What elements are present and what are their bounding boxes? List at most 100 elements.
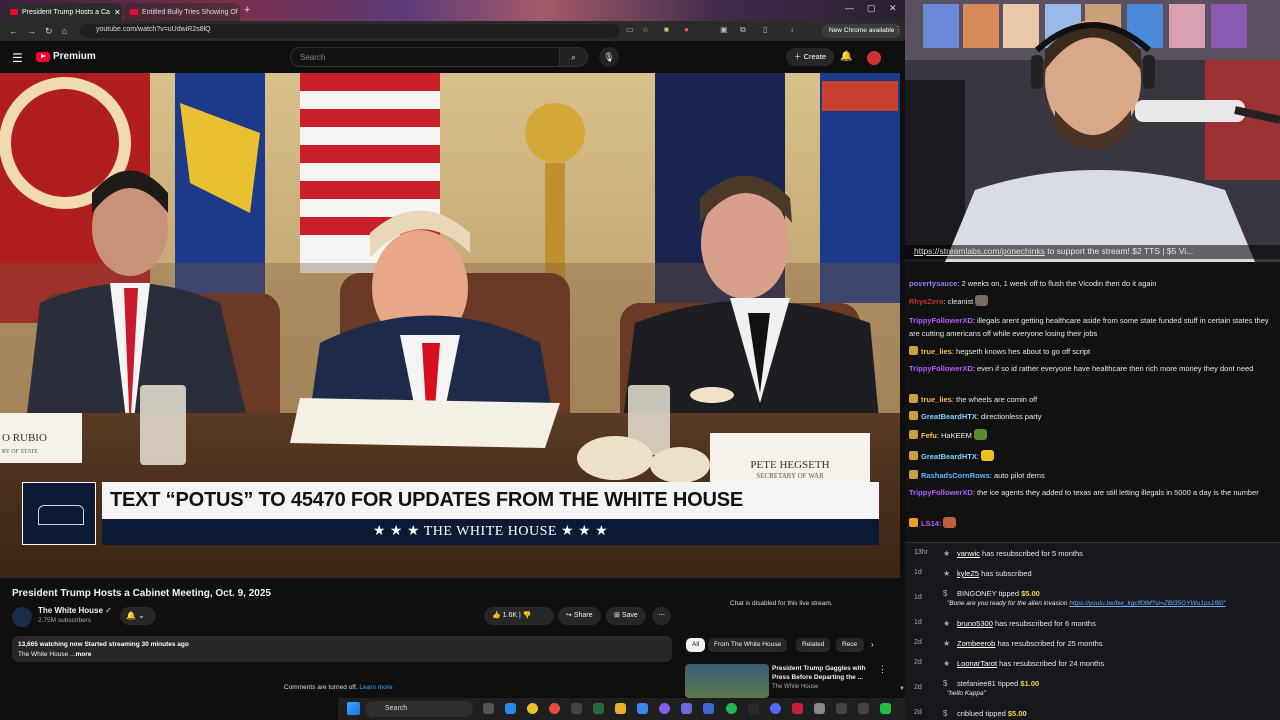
url-field[interactable]: youtube.com/watch?v=uUdwiR2s8lQ — [80, 24, 620, 38]
windows-start-icon[interactable] — [347, 702, 360, 715]
recommended-menu-icon[interactable]: ⋮ — [878, 664, 887, 675]
placard-left-text: O RUBIO — [2, 432, 47, 444]
extensions-puzzle-icon[interactable]: ⧉ — [740, 25, 746, 35]
chrome-icon[interactable] — [527, 703, 538, 714]
search-input[interactable]: Search — [290, 47, 560, 67]
share-button[interactable]: ↪ Share — [558, 607, 601, 625]
extension-icon[interactable]: ● — [684, 25, 689, 34]
tip-link[interactable]: https://youtu.be/bw_kgcff0lM?si=ZBI35GYW… — [1069, 600, 1225, 607]
app-icon[interactable] — [703, 703, 714, 714]
back-icon[interactable]: ← — [9, 26, 18, 36]
event-user[interactable]: Zombeerob — [957, 639, 995, 648]
tip-quote: "Bone are you ready for the alien invasi… — [947, 600, 1070, 607]
maximize-icon[interactable]: ▢ — [867, 3, 876, 14]
channel-name[interactable]: The White House ✓ — [38, 606, 112, 615]
app-icon[interactable] — [748, 703, 759, 714]
chat-username[interactable]: RhysZero — [909, 297, 944, 306]
extension-icon[interactable]: ▣ — [720, 25, 728, 34]
search-button[interactable]: ⌕ — [560, 47, 588, 67]
close-window-icon[interactable]: ✕ — [889, 3, 897, 14]
chat-text: cleanist — [947, 297, 974, 306]
minimize-icon[interactable]: — — [845, 3, 854, 13]
chip-recent[interactable]: Rece — [836, 638, 864, 652]
app-icon[interactable] — [593, 703, 604, 714]
create-button[interactable]: ＋ Create — [786, 48, 835, 66]
chip-all[interactable]: All — [686, 638, 706, 652]
app-icon[interactable] — [770, 703, 781, 714]
chevron-right-icon[interactable]: › — [871, 640, 874, 649]
new-tab-button[interactable]: + — [244, 4, 250, 16]
app-icon[interactable] — [880, 703, 891, 714]
cast-icon[interactable]: ▭ — [626, 25, 634, 34]
sub-badge-icon — [909, 470, 918, 479]
event-text: has resubscribed for 6 months — [992, 619, 1096, 628]
app-icon[interactable] — [505, 703, 516, 714]
app-icon[interactable] — [814, 703, 825, 714]
video-player[interactable]: O RUBIO RY OF STATE PETE HEGSETH SECRETA… — [0, 73, 900, 578]
chip-from-channel[interactable]: From The White House — [708, 638, 788, 652]
channel-name-label: The White House — [38, 606, 103, 615]
sidebar-icon[interactable]: ▯ — [763, 25, 767, 34]
chat-username[interactable]: RashadsCornRows — [921, 471, 990, 480]
more-actions-button[interactable]: ⋯ — [652, 607, 671, 625]
like-dislike-button[interactable]: 👍 1.6K | 👎 — [484, 607, 554, 625]
hamburger-menu-icon[interactable]: ☰ — [12, 51, 23, 65]
event-user[interactable]: bruno5300 — [957, 619, 993, 628]
channel-avatar[interactable] — [12, 607, 32, 627]
file-explorer-icon[interactable] — [615, 703, 626, 714]
chat-username[interactable]: true_lies — [921, 395, 952, 404]
close-tab-icon[interactable]: ✕ — [114, 8, 121, 17]
event-user[interactable]: kyleZ5 — [957, 569, 979, 578]
app-icon[interactable] — [681, 703, 692, 714]
sub-badge-icon — [909, 451, 918, 460]
app-icon[interactable] — [792, 703, 803, 714]
chat-username[interactable]: GreatBeardHTX — [921, 452, 977, 461]
youtube-premium-logo[interactable]: Premium — [36, 51, 96, 62]
download-icon[interactable]: ↓ — [790, 25, 794, 34]
event-user[interactable]: BINGONEY — [957, 589, 996, 598]
recommended-title[interactable]: President Trump Gaggles with Press Befor… — [772, 664, 872, 682]
chrome-icon[interactable] — [549, 703, 560, 714]
app-icon[interactable] — [858, 703, 869, 714]
app-icon[interactable] — [637, 703, 648, 714]
app-icon[interactable] — [659, 703, 670, 714]
spotify-icon[interactable] — [726, 703, 737, 714]
app-icon[interactable] — [571, 703, 582, 714]
account-avatar[interactable] — [867, 51, 881, 65]
bookmark-star-icon[interactable]: ☆ — [642, 25, 649, 34]
chat-username[interactable]: GreatBeardHTX — [921, 412, 977, 421]
event-user[interactable]: LoonarTarot — [957, 659, 997, 668]
extension-icon[interactable]: ■ — [664, 25, 669, 34]
tab-active[interactable]: President Trump Hosts a Ca ✕ — [4, 3, 122, 21]
chat-username[interactable]: Fefu — [921, 431, 937, 440]
notification-bell-button[interactable]: 🔔 ⌄ — [120, 607, 156, 625]
chat-username[interactable]: true_lies — [921, 347, 952, 356]
more-link[interactable]: more — [75, 651, 91, 658]
event-user[interactable]: cnblued — [957, 709, 983, 718]
reload-icon[interactable]: ↻ — [45, 26, 53, 37]
chrome-menu-icon[interactable]: ⋮ — [894, 25, 902, 34]
task-view-icon[interactable] — [483, 703, 494, 714]
chat-username[interactable]: TrippyFollowerXD — [909, 488, 973, 497]
tab-inactive[interactable]: Entitled Bully Tries Showing Of ✕ — [124, 3, 240, 21]
chat-username[interactable]: povertysauce — [909, 279, 957, 288]
chat-username[interactable]: LS14 — [921, 519, 939, 528]
recommended-thumbnail[interactable] — [685, 664, 769, 698]
event-user[interactable]: stefaniee81 — [957, 679, 996, 688]
learn-more-link[interactable]: Learn more — [359, 684, 392, 691]
chip-related[interactable]: Related — [796, 638, 831, 652]
taskbar-search[interactable]: Search — [365, 701, 473, 717]
app-icon[interactable] — [836, 703, 847, 714]
notifications-bell-icon[interactable]: 🔔 — [840, 51, 852, 62]
home-icon[interactable]: ⌂ — [62, 26, 67, 36]
event-user[interactable]: vanwic — [957, 549, 980, 558]
chat-username[interactable]: TrippyFollowerXD — [909, 316, 973, 325]
forward-icon[interactable]: → — [27, 26, 36, 36]
chat-username[interactable]: TrippyFollowerXD — [909, 364, 973, 373]
voice-search-button[interactable]: 🎙 — [599, 47, 619, 67]
new-chrome-available-button[interactable]: New Chrome available — [822, 24, 902, 38]
logo-text: Premium — [53, 51, 96, 62]
save-button[interactable]: ⊞ Save — [606, 607, 646, 625]
ticker-link[interactable]: https://streamlabs.com/ponechinks — [914, 246, 1045, 256]
description-box[interactable]: 13,665 watching now Started streaming 30… — [12, 636, 672, 662]
